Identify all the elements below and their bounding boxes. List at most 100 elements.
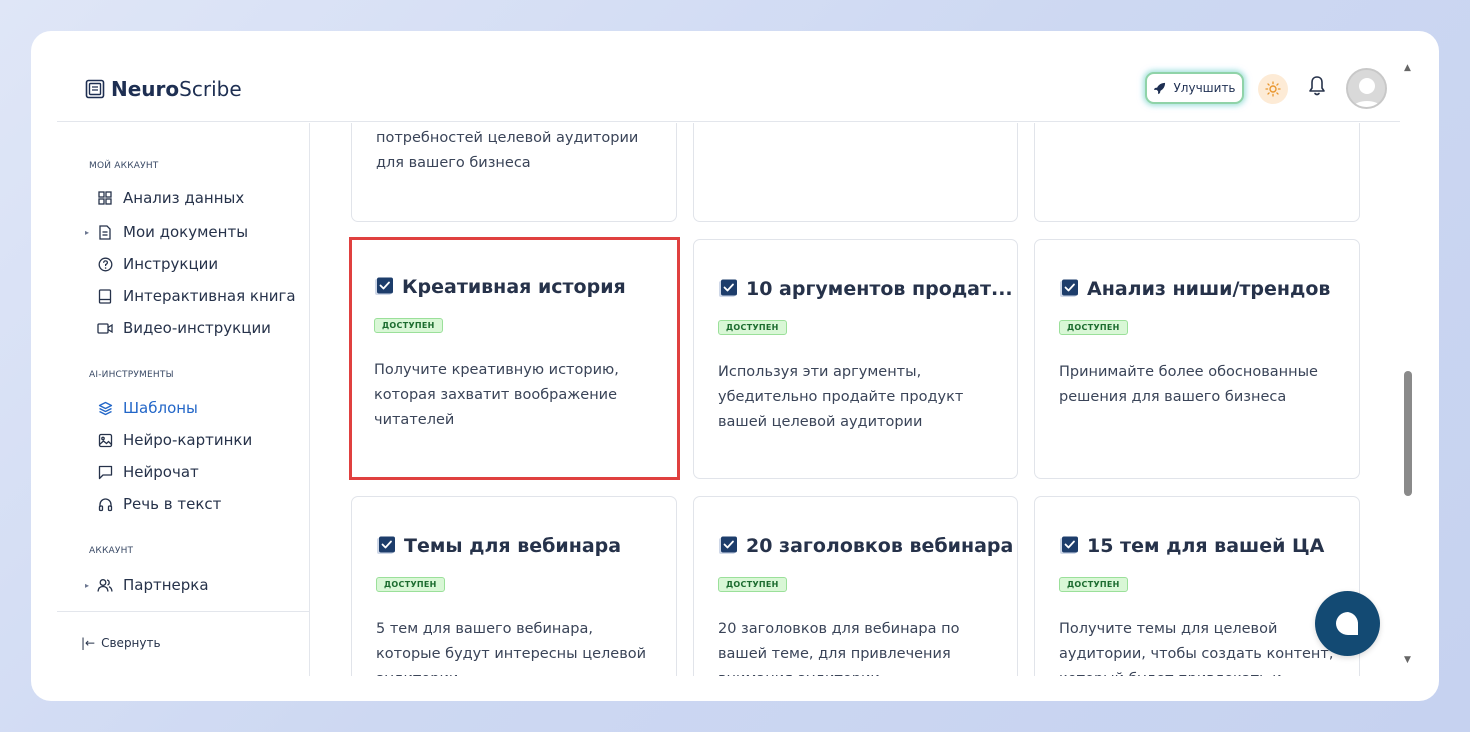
users-icon: [97, 577, 113, 593]
vertical-scrollbar[interactable]: ▲ ▼: [1400, 58, 1417, 673]
checkbox-checked-icon: [374, 277, 394, 297]
logo[interactable]: Neuro Scribe: [85, 77, 242, 101]
caret-right-icon[interactable]: ▸: [85, 581, 93, 590]
section-title-ai-tools: AI-ИНСТРУМЕНТЫ: [89, 370, 174, 380]
sidebar-item-label: Анализ данных: [123, 189, 245, 207]
template-card-niche-analysis[interactable]: Анализ ниши/трендов ДОСТУПЕН Принимайте …: [1034, 239, 1360, 479]
checkbox-checked-icon: [1059, 536, 1079, 556]
scroll-down-arrow-icon[interactable]: ▼: [1404, 655, 1411, 665]
chat-bubble-icon: [1335, 611, 1358, 635]
sidebar-footer: |← Свернуть: [57, 611, 310, 676]
sidebar-item-label: Речь в текст: [123, 495, 222, 513]
sidebar-item-label: Видео-инструкции: [123, 319, 271, 337]
bell-icon: [1309, 76, 1325, 96]
card-title-text: Креативная история: [402, 276, 626, 298]
template-card-webinar-headlines[interactable]: 20 заголовков вебинара ДОСТУПЕН 20 загол…: [693, 496, 1018, 676]
template-card-partial[interactable]: [693, 123, 1018, 222]
section-title-account: АККАУНТ: [89, 546, 134, 556]
document-icon: [97, 224, 113, 240]
template-card-creative-story[interactable]: Креативная история ДОСТУПЕН Получите кре…: [349, 237, 680, 480]
sidebar-item-templates[interactable]: Шаблоны: [85, 397, 198, 419]
logo-bold-text: Neuro: [111, 77, 180, 101]
sidebar-item-label: Нейрочат: [123, 463, 199, 481]
status-badge: ДОСТУПЕН: [718, 577, 787, 592]
card-title: Анализ ниши/трендов: [1059, 278, 1330, 300]
status-badge: ДОСТУПЕН: [1059, 320, 1128, 335]
template-card-webinar-topics[interactable]: Темы для вебинара ДОСТУПЕН 5 тем для ваш…: [351, 496, 677, 676]
notifications-button[interactable]: [1307, 75, 1327, 101]
card-title: 10 аргументов продат...: [718, 278, 1013, 300]
collapse-label: Свернуть: [101, 636, 161, 650]
sidebar-item-neurochat[interactable]: Нейрочат: [85, 461, 199, 483]
sidebar-item-instructions[interactable]: Инструкции: [85, 253, 218, 275]
sidebar-item-speech-to-text[interactable]: Речь в текст: [85, 493, 221, 515]
rocket-icon: [1154, 82, 1166, 94]
collapse-arrow-icon: |←: [81, 636, 96, 650]
card-title: 20 заголовков вебинара: [718, 535, 1013, 557]
user-avatar-icon: [1348, 70, 1385, 107]
sidebar-item-label: Партнерка: [123, 576, 209, 594]
theme-toggle-button[interactable]: [1258, 74, 1288, 104]
template-card-audience-topics[interactable]: 15 тем для вашей ЦА ДОСТУПЕН Получите те…: [1034, 496, 1360, 676]
card-description: потребностей целевой аудитории для вашег…: [376, 130, 639, 171]
sidebar: МОЙ АККАУНТ Анализ данных ▸ Мои документ…: [57, 123, 310, 676]
support-chat-button[interactable]: [1315, 591, 1380, 656]
sidebar-item-label: Нейро-картинки: [123, 431, 253, 449]
card-title-text: Темы для вебинара: [404, 535, 622, 557]
sidebar-item-label: Инструкции: [123, 255, 219, 273]
image-icon: [97, 432, 113, 448]
card-title: Темы для вебинара: [376, 535, 621, 557]
headphones-icon: [97, 496, 113, 512]
status-badge: ДОСТУПЕН: [376, 577, 445, 592]
layers-icon: [97, 400, 113, 416]
status-badge: ДОСТУПЕН: [374, 318, 443, 333]
card-description: Получите темы для целевой аудитории, что…: [1059, 621, 1334, 676]
logo-icon: [85, 79, 105, 99]
status-badge: ДОСТУПЕН: [718, 320, 787, 335]
checkbox-checked-icon: [1059, 279, 1079, 299]
card-description: 5 тем для вашего вебинара, которые будут…: [376, 621, 647, 676]
chat-icon: [97, 464, 113, 480]
sidebar-item-video-instructions[interactable]: Видео-инструкции: [85, 317, 271, 339]
video-icon: [97, 320, 113, 336]
sidebar-item-label: Мои документы: [123, 223, 249, 241]
avatar[interactable]: [1346, 68, 1387, 109]
app-window: Neuro Scribe Улучшить МОЙ АККАУНТ Анализ…: [31, 31, 1439, 701]
sidebar-item-label: Интерактивная книга: [123, 287, 296, 305]
card-title-text: 20 заголовков вебинара: [746, 535, 1014, 557]
card-title-text: 15 тем для вашей ЦА: [1087, 535, 1325, 557]
checkbox-checked-icon: [718, 536, 738, 556]
top-header: Neuro Scribe Улучшить: [57, 31, 1400, 122]
card-description: 20 заголовков для вебинара по вашей теме…: [718, 621, 960, 676]
section-title-my-account: МОЙ АККАУНТ: [89, 161, 159, 171]
template-card-sales-arguments[interactable]: 10 аргументов продат... ДОСТУПЕН Использ…: [693, 239, 1018, 479]
upgrade-button[interactable]: Улучшить: [1145, 72, 1244, 104]
book-icon: [97, 288, 113, 304]
collapse-sidebar-button[interactable]: |← Свернуть: [81, 636, 161, 650]
help-circle-icon: [97, 256, 113, 272]
caret-right-icon[interactable]: ▸: [85, 228, 93, 237]
card-title: Креативная история: [374, 276, 626, 298]
sidebar-item-partner[interactable]: ▸ Партнерка: [85, 574, 209, 596]
sun-icon: [1265, 81, 1281, 97]
card-description: Используя эти аргументы, убедительно про…: [718, 364, 964, 430]
card-description: Получите креативную историю, которая зах…: [374, 362, 619, 428]
templates-grid: потребностей целевой аудитории для вашег…: [311, 123, 1400, 676]
card-title-text: Анализ ниши/трендов: [1087, 278, 1331, 300]
scrollbar-thumb[interactable]: [1404, 371, 1412, 496]
sidebar-item-data-analysis[interactable]: Анализ данных: [85, 187, 244, 209]
sidebar-item-interactive-book[interactable]: Интерактивная книга: [85, 285, 296, 307]
upgrade-label: Улучшить: [1173, 81, 1236, 95]
template-card-partial[interactable]: [1034, 123, 1360, 222]
checkbox-checked-icon: [376, 536, 396, 556]
checkbox-checked-icon: [718, 279, 738, 299]
status-badge: ДОСТУПЕН: [1059, 577, 1128, 592]
grid-icon: [97, 190, 113, 206]
sidebar-item-neuro-images[interactable]: Нейро-картинки: [85, 429, 252, 451]
scroll-up-arrow-icon[interactable]: ▲: [1404, 63, 1411, 73]
template-card-partial[interactable]: потребностей целевой аудитории для вашег…: [351, 123, 677, 222]
card-title-text: 10 аргументов продат...: [746, 278, 1013, 300]
sidebar-item-my-documents[interactable]: ▸ Мои документы: [85, 221, 248, 243]
sidebar-item-label: Шаблоны: [123, 399, 198, 417]
card-title: 15 тем для вашей ЦА: [1059, 535, 1324, 557]
